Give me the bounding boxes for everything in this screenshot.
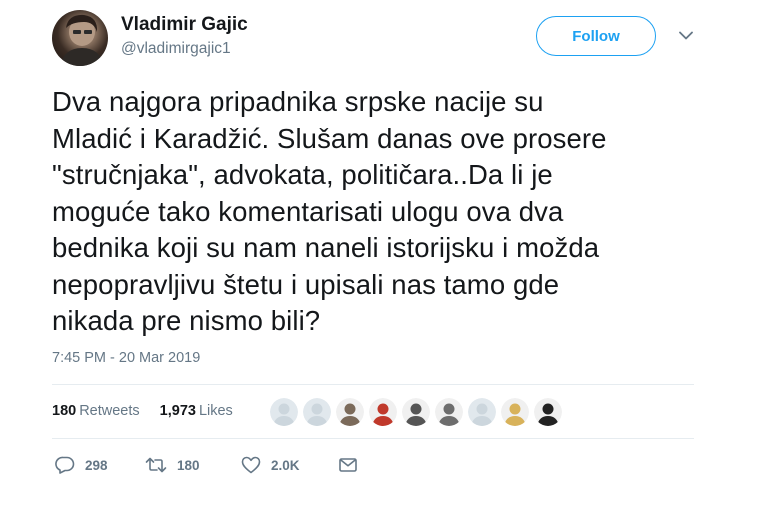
retweet-button[interactable]: 180 (145, 457, 241, 473)
user-photo-icon (369, 398, 397, 426)
retweet-icon (145, 457, 167, 473)
user-photo-icon (435, 398, 463, 426)
more-options-button[interactable] (675, 24, 697, 46)
default-avatar-icon (303, 398, 331, 426)
liker-avatar[interactable] (501, 398, 529, 426)
heart-icon (241, 456, 261, 474)
tweet-actions: 298 180 2.0K (55, 456, 367, 474)
liker-avatar[interactable] (336, 398, 364, 426)
liker-avatars (270, 398, 567, 426)
tweet-card: Vladimir Gajic @vladimirgajic1 Follow Dv… (0, 0, 775, 518)
user-photo-icon (336, 398, 364, 426)
divider (52, 384, 694, 385)
user-handle[interactable]: @vladimirgajic1 (121, 40, 231, 58)
tweet-line: moguće tako komentarisati ulogu ova dva (52, 195, 564, 227)
tweet-line: bednika koji su nam naneli istorijsku i … (52, 232, 600, 263)
chevron-down-icon (679, 31, 693, 39)
tweet-line: nepopravljivu štetu i upisali nas tamo g… (52, 268, 560, 300)
tweet-timestamp[interactable]: 7:45 PM - 20 Mar 2019 (52, 350, 200, 366)
user-photo-icon (501, 398, 529, 426)
follow-button[interactable]: Follow (536, 16, 656, 56)
profile-photo-icon (60, 14, 104, 66)
reply-icon (55, 456, 75, 474)
reply-count: 298 (85, 457, 108, 473)
like-count: 2.0K (271, 457, 300, 473)
liker-avatar[interactable] (369, 398, 397, 426)
display-name[interactable]: Vladimir Gajic (121, 14, 248, 36)
liker-avatar[interactable] (270, 398, 298, 426)
reply-button[interactable]: 298 (55, 456, 145, 474)
liker-avatar[interactable] (435, 398, 463, 426)
envelope-icon (339, 458, 357, 472)
default-avatar-icon (468, 398, 496, 426)
engagement-stats: 180 Retweets 1,973 Likes (52, 403, 233, 419)
liker-avatar[interactable] (468, 398, 496, 426)
tweet-line: Mladić i Karadžić. Slušam danas ove pros… (52, 122, 607, 154)
direct-message-button[interactable] (339, 458, 367, 472)
likes-stat[interactable]: 1,973 Likes (160, 403, 233, 419)
like-button[interactable]: 2.0K (241, 456, 339, 474)
liker-avatar[interactable] (534, 398, 562, 426)
divider (52, 438, 694, 439)
tweet-line: "stručnjaka", advokata, političara..Da l… (52, 159, 553, 190)
avatar[interactable] (52, 10, 108, 66)
user-photo-icon (402, 398, 430, 426)
retweets-stat[interactable]: 180 Retweets (52, 403, 140, 419)
user-photo-icon (534, 398, 562, 426)
tweet-line: nikada pre nismo bili? (52, 305, 321, 336)
retweets-count: 180 (52, 403, 77, 419)
likes-count: 1,973 (159, 403, 196, 419)
retweet-count: 180 (177, 457, 200, 473)
tweet-line: Dva najgora pripadnika srpske nacije su (52, 86, 544, 117)
tweet-text: Dva najgora pripadnika srpske nacije su … (52, 84, 732, 340)
liker-avatar[interactable] (402, 398, 430, 426)
likes-label: Likes (198, 403, 233, 419)
default-avatar-icon (270, 398, 298, 426)
retweets-label: Retweets (79, 403, 140, 419)
liker-avatar[interactable] (303, 398, 331, 426)
